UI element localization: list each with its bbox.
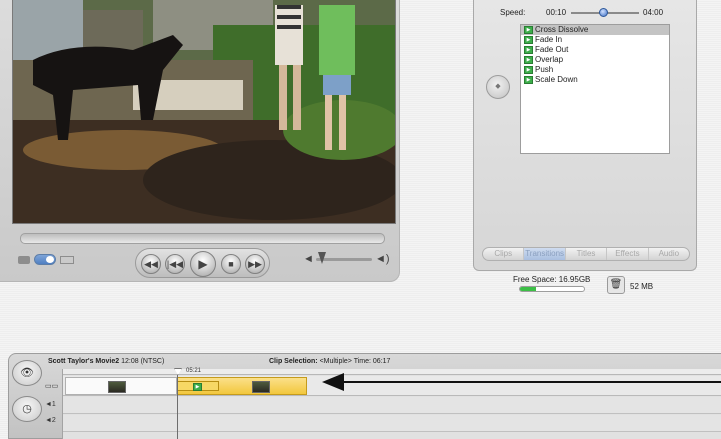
video-preview[interactable] <box>12 0 396 224</box>
transition-item-scale-down[interactable]: ▶ Scale Down <box>521 75 669 85</box>
tab-transitions[interactable]: Transitions <box>524 248 566 260</box>
rewind-button[interactable]: ◀◀ <box>141 254 161 274</box>
transition-list[interactable]: ▶ Cross Dissolve ▶ Fade In ▶ Fade Out ▶ … <box>520 24 670 154</box>
transition-item-fade-in[interactable]: ▶ Fade In <box>521 35 669 45</box>
transition-item-label: Fade Out <box>535 45 569 54</box>
playhead-time: 05:21 <box>186 368 202 374</box>
direction-control[interactable]: ◆ <box>486 75 510 99</box>
timeline-tracks[interactable]: 05:21 ▶ <box>62 368 721 439</box>
transition-icon: ▶ <box>524 66 533 74</box>
time-label: Time: <box>353 358 371 365</box>
playback-scrubber[interactable] <box>20 233 385 244</box>
free-space-bar-fill <box>520 287 536 291</box>
playhead-line <box>177 375 178 439</box>
video-track[interactable]: ▶ <box>63 376 721 396</box>
video-frame-image <box>13 0 395 223</box>
speed-max-label: 04:00 <box>643 8 664 17</box>
tab-audio[interactable]: Audio <box>649 248 689 260</box>
annotation-arrow-line <box>340 381 721 383</box>
volume-low-icon: ◄ <box>303 253 314 265</box>
tab-effects[interactable]: Effects <box>607 248 649 260</box>
project-size-label: 52 MB <box>630 282 654 291</box>
speed-label: Speed: <box>500 8 526 17</box>
transition-item-fade-out[interactable]: ▶ Fade Out <box>521 45 669 55</box>
clip-selection-value: <Multiple> <box>319 358 352 365</box>
timeline-ruler[interactable]: 05:21 <box>63 368 721 375</box>
mode-switch[interactable] <box>34 254 56 265</box>
fast-forward-button[interactable]: ▶▶ <box>245 254 265 274</box>
audio-track-1[interactable] <box>63 397 721 414</box>
camera-icon <box>18 256 30 264</box>
transitions-panel: Speed: 00:10 04:00 ◆ ▶ Cross Dissolve ▶ … <box>473 0 697 271</box>
transition-item-cross-dissolve[interactable]: ▶ Cross Dissolve <box>521 25 669 35</box>
clip-thumbnail <box>252 381 270 393</box>
play-button[interactable]: ▶ <box>190 251 216 277</box>
speed-min-label: 00:10 <box>546 8 567 17</box>
tab-clips[interactable]: Clips <box>483 248 525 260</box>
clip-viewer-eye-button[interactable]: 👁 <box>12 360 42 386</box>
transition-item-push[interactable]: ▶ Push <box>521 65 669 75</box>
project-info: Scott Taylor's Movie2 12:08 (NTSC) <box>48 358 164 365</box>
free-space-label: Free Space: 16.95GB <box>513 275 591 284</box>
stop-button[interactable]: ■ <box>221 254 241 274</box>
transition-item-label: Scale Down <box>535 75 578 84</box>
transport-controls: ◀◀ |◀◀ ▶ ■ ▶▶ <box>135 248 270 278</box>
film-icon <box>60 256 74 264</box>
video-clip[interactable] <box>65 377 177 395</box>
project-duration: 12:08 (NTSC) <box>121 358 165 365</box>
timeline-viewer-clock-button[interactable]: ◷ <box>12 396 42 422</box>
time-value: 06:17 <box>372 358 391 365</box>
audio-track-2[interactable] <box>63 415 721 432</box>
transition-icon: ▶ <box>524 46 533 54</box>
audio-track-2-label: ◄2 <box>45 417 56 424</box>
clip-selection-label: Clip Selection: <box>269 358 318 365</box>
audio-track-1-label: ◄1 <box>45 401 56 408</box>
tab-titles[interactable]: Titles <box>566 248 608 260</box>
timeline-pane: 👁 ◷ Scott Taylor's Movie2 12:08 (NTSC) C… <box>8 353 721 439</box>
transition-item-overlap[interactable]: ▶ Overlap <box>521 55 669 65</box>
clip-thumbnail <box>108 381 126 393</box>
volume-slider[interactable] <box>316 258 372 261</box>
trash-icon[interactable]: 🗑 <box>607 276 625 294</box>
transition-item-label: Overlap <box>535 55 564 64</box>
go-to-start-button[interactable]: |◀◀ <box>165 254 185 274</box>
free-space-bar <box>519 286 585 292</box>
panel-tab-bar: Clips Transitions Titles Effects Audio <box>482 247 690 261</box>
speed-slider-knob[interactable] <box>599 8 608 17</box>
video-track-icon: ▭▭ <box>45 383 59 390</box>
volume-high-icon: ◄) <box>375 253 390 265</box>
transition-item-label: Push <box>535 65 554 74</box>
transition-icon: ▶ <box>524 26 533 34</box>
transition-clip[interactable]: ▶ <box>177 381 219 391</box>
project-title: Scott Taylor's Movie2 <box>48 358 120 365</box>
transition-icon: ▶ <box>193 383 202 391</box>
monitor-pane: ◀◀ |◀◀ ▶ ■ ▶▶ ◄ ◄) <box>0 0 400 282</box>
transition-item-label: Fade In <box>535 35 563 44</box>
clip-selection-info: Clip Selection: <Multiple> Time: 06:17 <box>269 358 390 365</box>
camera-edit-mode-toggle[interactable] <box>18 254 74 266</box>
transition-icon: ▶ <box>524 36 533 44</box>
transition-icon: ▶ <box>524 76 533 84</box>
transition-item-label: Cross Dissolve <box>535 25 589 34</box>
transition-icon: ▶ <box>524 56 533 64</box>
